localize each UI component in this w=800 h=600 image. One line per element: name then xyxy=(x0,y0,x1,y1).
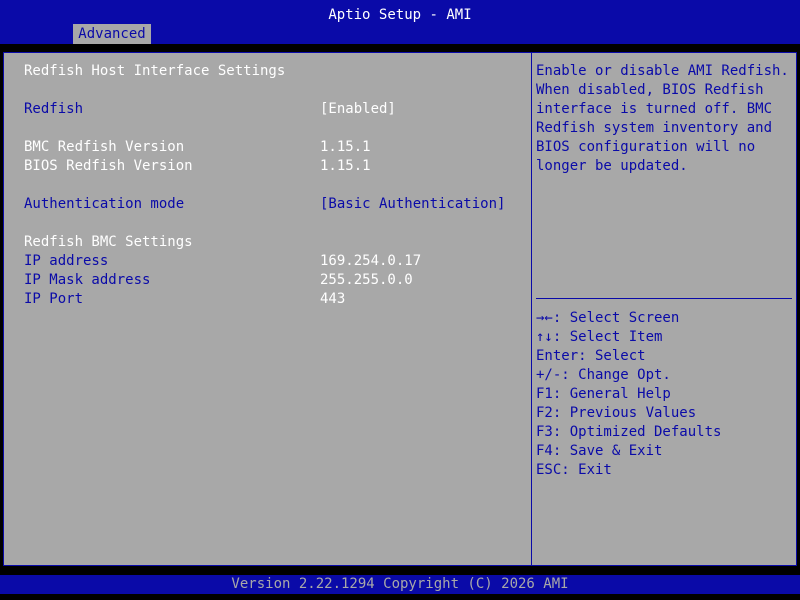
bmc-settings-title: Redfish BMC Settings xyxy=(24,234,193,250)
redfish-value[interactable]: [Enabled] xyxy=(320,100,396,119)
help-line: interface is turned off. BMC xyxy=(536,101,773,117)
app-title: Aptio Setup - AMI xyxy=(328,7,472,23)
auth-mode-label[interactable]: Authentication mode xyxy=(24,195,184,214)
key-f2: F2: Previous Values xyxy=(536,405,697,421)
help-text: Enable or disable AMI Redfish. When disa… xyxy=(536,62,794,176)
key-legend: →←: Select Screen ↑↓: Select Item Enter:… xyxy=(536,309,794,480)
bmc-version-value: 1.15.1 xyxy=(320,139,371,155)
bios-version-value: 1.15.1 xyxy=(320,158,371,174)
help-divider xyxy=(536,298,792,299)
section-title: Redfish Host Interface Settings xyxy=(24,63,286,79)
key-f4: F4: Save & Exit xyxy=(536,443,663,459)
key-f3: F3: Optimized Defaults xyxy=(536,424,722,440)
help-line: Enable or disable AMI Redfish. xyxy=(536,63,789,79)
settings-panel xyxy=(4,53,532,565)
ip-address-value[interactable]: 169.254.0.17 xyxy=(320,252,421,271)
help-line: Redfish system inventory and xyxy=(536,120,773,136)
bmc-version-label: BMC Redfish Version xyxy=(24,139,185,155)
redfish-label[interactable]: Redfish xyxy=(24,100,83,119)
footer-text: Version 2.22.1294 Copyright (C) 2026 AMI xyxy=(231,576,569,592)
auth-mode-value[interactable]: [Basic Authentication] xyxy=(320,195,505,214)
key-select-screen: →←: Select Screen xyxy=(536,310,680,326)
help-line: When disabled, BIOS Redfish xyxy=(536,82,764,98)
key-f1: F1: General Help xyxy=(536,386,671,402)
tab-advanced[interactable]: Advanced xyxy=(73,24,151,44)
key-enter: Enter: Select xyxy=(536,348,646,364)
key-change-opt: +/-: Change Opt. xyxy=(536,367,671,383)
ip-port-label[interactable]: IP Port xyxy=(24,290,83,309)
help-line: longer be updated. xyxy=(536,158,688,174)
ip-port-value[interactable]: 443 xyxy=(320,290,345,309)
ip-mask-value[interactable]: 255.255.0.0 xyxy=(320,271,413,290)
ip-address-label[interactable]: IP address xyxy=(24,252,108,271)
bios-version-label: BIOS Redfish Version xyxy=(24,158,193,174)
key-esc: ESC: Exit xyxy=(536,462,612,478)
ip-mask-label[interactable]: IP Mask address xyxy=(24,271,150,290)
key-select-item: ↑↓: Select Item xyxy=(536,329,663,345)
help-line: BIOS configuration will no xyxy=(536,139,756,155)
